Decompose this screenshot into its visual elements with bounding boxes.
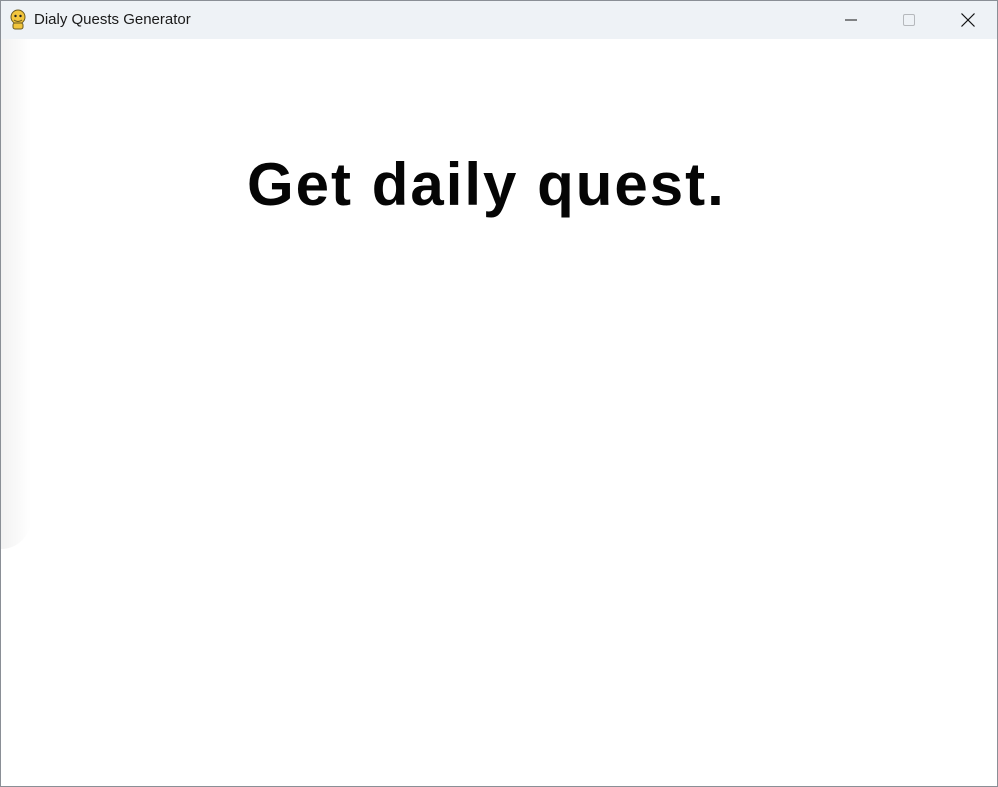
edge-shadow bbox=[1, 39, 31, 549]
title-bar[interactable]: Dialy Quests Generator bbox=[1, 1, 997, 39]
game-canvas[interactable]: Get daily quest. bbox=[1, 39, 997, 786]
main-heading: Get daily quest. bbox=[247, 151, 726, 218]
maximize-button[interactable] bbox=[881, 1, 937, 39]
app-icon bbox=[10, 9, 26, 30]
window-title: Dialy Quests Generator bbox=[34, 11, 191, 28]
minimize-button[interactable] bbox=[823, 1, 879, 39]
minimize-icon bbox=[845, 19, 857, 21]
close-icon bbox=[961, 13, 975, 27]
close-button[interactable] bbox=[940, 1, 996, 39]
maximize-icon bbox=[903, 14, 915, 26]
app-window: Dialy Quests Generator Get daily quest. bbox=[0, 0, 998, 787]
